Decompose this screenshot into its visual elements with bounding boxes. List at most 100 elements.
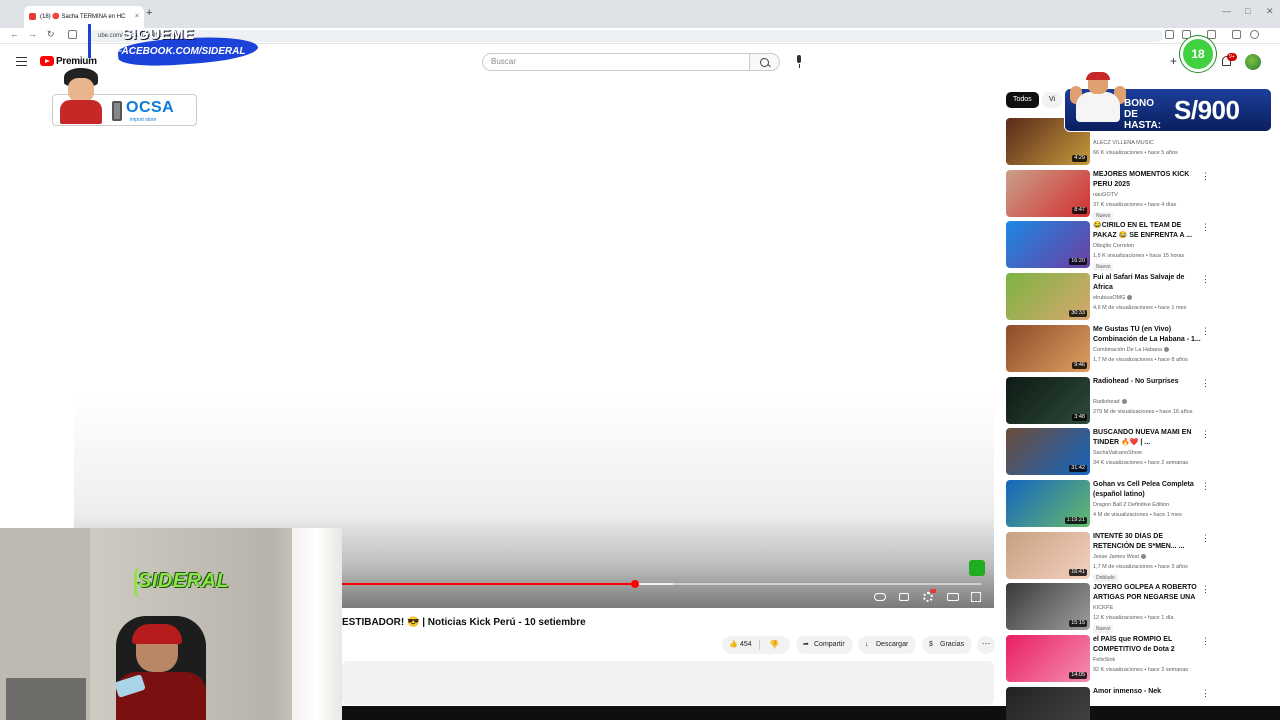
channel-name[interactable]: Combinación De La Habana [1093, 346, 1201, 355]
video-thumbnail[interactable]: 16:41 [1006, 532, 1090, 579]
channel-name[interactable]: Dibujito Correlon [1093, 242, 1201, 251]
verified-check-icon [1121, 399, 1127, 405]
video-thumbnail[interactable]: 31:42 [1006, 428, 1090, 475]
thumbs-down-icon[interactable]: 👎 [769, 641, 779, 649]
recommendation-item[interactable]: 30:33 Fui al Safari Mas Salvaje de Africa… [1006, 273, 1216, 323]
recommendation-title[interactable]: JOYERO GOLPEA A ROBERTO ARTIGAS POR NEGA… [1093, 583, 1201, 603]
settings-gear-icon[interactable] [923, 592, 933, 602]
search-input[interactable]: Buscar [482, 53, 750, 71]
video-thumbnail[interactable]: 8:47 [1006, 170, 1090, 217]
more-options-icon[interactable]: ⋮ [1201, 482, 1210, 491]
downloads-icon[interactable] [1232, 30, 1241, 39]
back-button[interactable]: ← [10, 29, 19, 39]
channel-name[interactable]: KICKPE [1093, 604, 1201, 613]
cast-icon[interactable] [1165, 30, 1174, 39]
hamburger-menu-icon[interactable] [16, 57, 27, 66]
more-options-icon[interactable]: ⋮ [1201, 275, 1210, 284]
more-options-icon[interactable]: ⋮ [1201, 637, 1210, 646]
recommendation-title[interactable]: Fui al Safari Mas Salvaje de Africa [1093, 273, 1201, 293]
like-count: 454 [740, 641, 752, 648]
scrubber-handle[interactable] [630, 580, 639, 588]
video-thumbnail[interactable]: 9:46 [1006, 325, 1090, 372]
recommendation-title[interactable]: Me Gustas TÚ (en Vivo) Combinación de La… [1093, 325, 1201, 345]
microphone-icon[interactable] [795, 55, 803, 69]
create-button[interactable]: + [1170, 54, 1177, 68]
description-box[interactable] [342, 661, 994, 705]
minimize-button[interactable]: — [1222, 6, 1231, 16]
recommendation-item[interactable]: 16:41 INTENTÉ 30 DÍAS DE RETENCIÓN DE S*M… [1006, 532, 1216, 582]
recommendation-item[interactable]: 8:47 MEJORES MOMENTOS KICK PERU 2025 nauGO… [1006, 170, 1216, 220]
reload-button[interactable]: ↻ [47, 29, 55, 40]
fullscreen-icon[interactable] [971, 592, 981, 602]
more-actions-button[interactable]: ··· [977, 636, 995, 654]
recommendation-title[interactable]: Radiohead - No Surprises [1093, 377, 1201, 387]
more-options-icon[interactable]: ⋮ [1201, 327, 1210, 336]
video-thumbnail[interactable]: 3:48 [1006, 377, 1090, 424]
new-tab-button[interactable]: + [146, 7, 152, 19]
like-button[interactable]: 👍 454 👎 [722, 636, 790, 654]
recommendation-item[interactable]: 1:19:21 Gohan vs Cell Pelea Completa (esp… [1006, 480, 1216, 530]
recommendation-title[interactable]: el PAÍS que ROMPIÓ EL COMPETITIVO de Dot… [1093, 635, 1201, 655]
more-options-icon[interactable]: ⋮ [1201, 689, 1210, 698]
recommendation-title[interactable]: Gohan vs Cell Pelea Completa (español la… [1093, 480, 1201, 500]
channel-name[interactable]: ALECZ VILLENA MUSIC [1093, 139, 1201, 148]
close-window-button[interactable]: ✕ [1266, 6, 1274, 17]
recommendation-item[interactable]: 31:42 BUSCANDO NUEVA MAMI EN TINDER 🔥❤️ |… [1006, 428, 1216, 478]
forward-button[interactable]: → [28, 29, 37, 39]
thumbs-up-icon: 👍 [729, 641, 738, 648]
recommendation-title[interactable]: MEJORES MOMENTOS KICK PERU 2025 [1093, 170, 1201, 190]
sponsor-name: OCSA [126, 99, 175, 116]
channel-name[interactable]: FelixSink [1093, 656, 1201, 665]
channel-name[interactable]: SachaValcanoShow [1093, 449, 1201, 458]
video-thumbnail[interactable]: 16:20 [1006, 221, 1090, 268]
maximize-button[interactable]: □ [1245, 6, 1250, 16]
recommendation-item[interactable]: 9:46 Me Gustas TÚ (en Vivo) Combinación d… [1006, 325, 1216, 375]
video-thumbnail[interactable]: 15:15 [1006, 583, 1090, 630]
video-thumbnail[interactable]: 30:33 [1006, 273, 1090, 320]
video-thumbnail[interactable] [1006, 687, 1090, 720]
sponsor-logo-icon [112, 101, 122, 121]
chip-all[interactable]: Todos [1006, 92, 1039, 108]
more-options-icon[interactable]: ⋮ [1201, 534, 1210, 543]
video-thumbnail[interactable]: 1:19:21 [1006, 480, 1090, 527]
recommendation-title[interactable]: BUSCANDO NUEVA MAMI EN TINDER 🔥❤️ | ... [1093, 428, 1201, 448]
recommendation-title[interactable]: Amor inmenso - Nek [1093, 687, 1201, 697]
recommendation-item[interactable]: Amor inmenso - Nek ⋮ [1006, 687, 1216, 720]
view-count-meta: 4 M de visualizaciones • hace 1 mes [1093, 512, 1182, 518]
account-avatar[interactable] [1245, 54, 1261, 70]
channel-name[interactable]: nauGOTV [1093, 191, 1201, 200]
duration-badge: 3:48 [1072, 414, 1087, 421]
channel-name[interactable]: Radiohead [1093, 398, 1201, 407]
recommendation-title[interactable]: 😂CIRILO EN EL TEAM DE PAKAZ 😂 SE ENFRENT… [1093, 221, 1201, 241]
more-options-icon[interactable]: ⋮ [1201, 379, 1210, 388]
video-thumbnail[interactable]: 14:05 [1006, 635, 1090, 682]
youtube-logo-icon[interactable] [40, 56, 54, 66]
search-button[interactable] [750, 53, 780, 71]
streamer-cap [132, 624, 182, 644]
recommendation-item[interactable]: 3:48 Radiohead - No Surprises Radiohead 279… [1006, 377, 1216, 427]
extensions-icon[interactable] [1207, 30, 1216, 39]
recommendation-item[interactable]: 14:05 el PAÍS que ROMPIÓ EL COMPETITIVO d… [1006, 635, 1216, 685]
site-info-icon[interactable] [68, 30, 77, 39]
thanks-button[interactable]: $ Gracias [922, 636, 973, 654]
share-label: Compartir [814, 641, 845, 648]
profile-icon[interactable] [1250, 30, 1259, 39]
more-options-icon[interactable]: ⋮ [1201, 585, 1210, 594]
recommendation-title[interactable]: INTENTÉ 30 DÍAS DE RETENCIÓN DE S*MEN...… [1093, 532, 1201, 552]
youtube-favicon-icon [29, 13, 36, 20]
share-button[interactable]: ➦ Compartir [796, 636, 853, 654]
channel-name[interactable]: Jesse James West [1093, 553, 1201, 562]
theater-mode-icon[interactable] [947, 593, 959, 601]
recommendation-item[interactable]: 15:15 JOYERO GOLPEA A ROBERTO ARTIGAS POR… [1006, 583, 1216, 633]
recommendation-item[interactable]: 16:20 😂CIRILO EN EL TEAM DE PAKAZ 😂 SE EN… [1006, 221, 1216, 271]
channel-name[interactable]: elrubiusOMG [1093, 294, 1201, 303]
more-options-icon[interactable]: ⋮ [1201, 430, 1210, 439]
more-options-icon[interactable]: ⋮ [1201, 172, 1210, 181]
more-options-icon[interactable]: ⋮ [1201, 223, 1210, 232]
subtitles-icon[interactable] [899, 593, 909, 601]
autoplay-toggle-icon[interactable] [874, 593, 886, 601]
channel-name[interactable]: Dragon Ball Z Definitive Edition [1093, 501, 1201, 510]
download-button[interactable]: ↓ Descargar [858, 636, 917, 654]
progress-bar[interactable] [341, 580, 981, 588]
view-count-meta: 279 M de visualizaciones • hace 16 años [1093, 409, 1193, 415]
